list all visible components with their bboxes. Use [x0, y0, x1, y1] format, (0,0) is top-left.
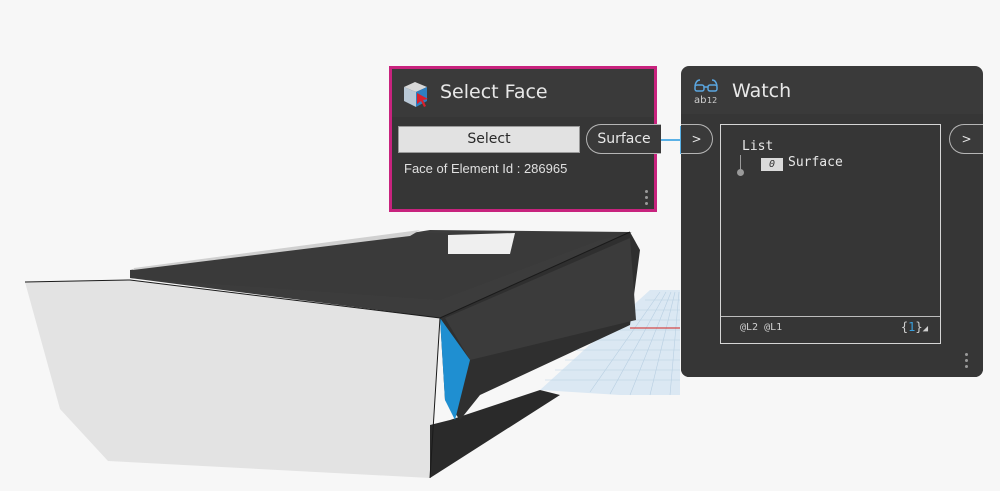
output-port-surface[interactable]: Surface — [586, 124, 661, 154]
cube-cursor-icon — [401, 79, 431, 113]
node-menu-icon[interactable] — [645, 190, 649, 208]
input-port[interactable]: > — [681, 124, 713, 154]
select-button[interactable]: Select — [398, 126, 580, 153]
watch-node[interactable]: ab 12 Watch > > List 0 Surface @L2 @L1 {… — [681, 66, 983, 377]
svg-text:12: 12 — [707, 96, 717, 105]
list-levels: @L2 @L1 — [740, 322, 783, 333]
item-value: Surface — [788, 155, 843, 170]
watch-output-panel: List 0 Surface @L2 @L1 {1}◢ — [720, 124, 941, 344]
divider — [721, 316, 940, 317]
svg-text:ab: ab — [694, 95, 706, 106]
resize-corner-icon[interactable]: ◢ — [923, 324, 928, 334]
glasses-ab12-icon: ab 12 — [693, 78, 719, 110]
tree-node-icon — [737, 169, 744, 176]
node-menu-icon[interactable] — [965, 353, 969, 371]
face-info-text: Face of Element Id : 286965 — [404, 161, 568, 176]
building-model[interactable] — [24, 230, 640, 479]
output-port[interactable]: > — [949, 124, 983, 154]
node-title: Select Face — [440, 81, 548, 103]
item-count: {1}◢ — [900, 320, 928, 334]
tree-root-label: List — [742, 139, 774, 154]
item-index-badge: 0 — [761, 158, 783, 171]
node-title: Watch — [732, 80, 792, 102]
